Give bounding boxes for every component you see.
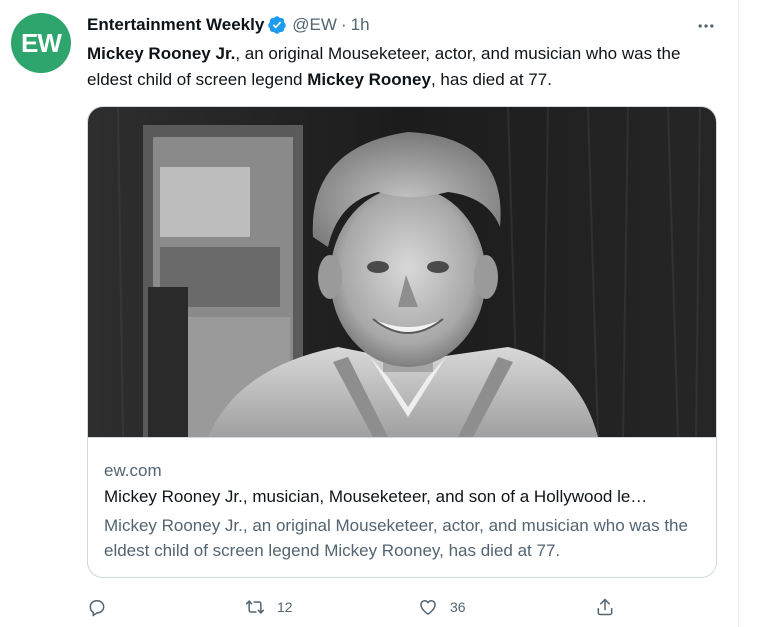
card-description: Mickey Rooney Jr., an original Mousekete…	[104, 516, 688, 560]
avatar[interactable]: EW	[11, 13, 71, 73]
tweet-timestamp[interactable]: 1h	[351, 15, 370, 35]
tweet-actions: 12 36	[87, 594, 727, 620]
more-icon[interactable]	[694, 14, 718, 38]
card-divider	[88, 437, 716, 438]
tweet-text-bold-name: Mickey Rooney Jr.	[87, 44, 236, 63]
like-button[interactable]: 36	[418, 594, 466, 620]
like-count: 36	[450, 599, 466, 615]
author-handle[interactable]: @EW	[292, 15, 337, 35]
avatar-logo-text: EW	[21, 27, 62, 58]
reply-icon	[87, 597, 107, 617]
heart-icon	[418, 597, 438, 617]
header-separator: ·	[340, 15, 347, 34]
author-name[interactable]: Entertainment Weekly	[87, 15, 264, 35]
tweet-text: Mickey Rooney Jr., an original Mousekete…	[87, 41, 727, 93]
retweet-button[interactable]: 12	[245, 594, 293, 620]
retweet-icon	[245, 597, 265, 617]
link-card[interactable]: ew.com Mickey Rooney Jr., musician, Mous…	[87, 106, 717, 578]
share-icon	[595, 597, 615, 617]
card-image	[88, 107, 716, 437]
retweet-count: 12	[277, 599, 293, 615]
tweet-header: Entertainment Weekly @EW · 1h	[87, 14, 370, 36]
tweet-page: EW Entertainment Weekly @EW · 1h Mickey …	[0, 0, 772, 627]
tweet-text-end: , has died at 77.	[430, 70, 552, 89]
card-title: Mickey Rooney Jr., musician, Mouseketeer…	[104, 487, 648, 506]
tweet-text-bold-name-2: Mickey Rooney	[307, 70, 431, 89]
column-border	[738, 0, 739, 627]
share-button[interactable]	[595, 594, 615, 620]
reply-button[interactable]	[87, 594, 119, 620]
card-domain: ew.com	[104, 461, 162, 480]
verified-badge-icon	[267, 15, 287, 35]
